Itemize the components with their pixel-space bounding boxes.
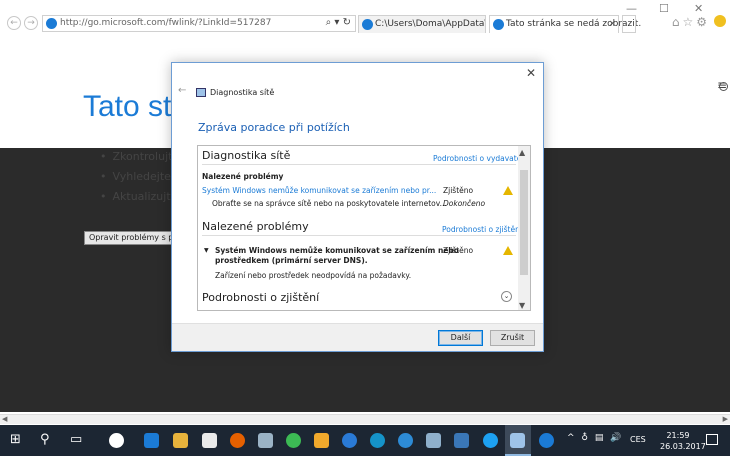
suggestion-list: Zkontrolujte, je Vyhledejte strá Aktuali… [100, 150, 175, 210]
warning-icon [503, 186, 513, 195]
scroll-left-icon[interactable]: ◀ [2, 415, 7, 423]
divider [202, 164, 516, 165]
app-icon[interactable] [109, 433, 124, 448]
issue-title-line1: Systém Windows nemůže komunikovat se zař… [215, 246, 459, 255]
app-icon[interactable] [342, 433, 357, 448]
task-view-icon[interactable]: ▭ [70, 432, 82, 447]
circle-icon [719, 82, 728, 91]
close-window-button[interactable]: ✕ [694, 2, 703, 15]
network-diagnostics-icon [510, 433, 525, 448]
address-url[interactable]: http://go.microsoft.com/fwlink/?LinkId=5… [60, 18, 271, 28]
internet-explorer-icon[interactable] [539, 433, 554, 448]
browser-chrome: — ☐ ✕ ← → http://go.microsoft.com/fwlink… [0, 0, 730, 34]
notification-icon[interactable] [706, 434, 718, 445]
system-tray-icons[interactable]: ^ ♁ ▤ 🔊 [567, 433, 623, 443]
clock-time: 21:59 [666, 431, 690, 440]
tab-error-page[interactable]: Tato stránka se nedá zobrazit. × [489, 15, 641, 33]
app-icon[interactable] [314, 433, 329, 448]
fix-connection-button[interactable]: Opravit problémy s připojením [84, 231, 174, 245]
active-taskbar-item[interactable] [505, 425, 531, 456]
cancel-button[interactable]: Zrušit [490, 330, 535, 346]
app-icon[interactable] [454, 433, 469, 448]
store-icon[interactable] [202, 433, 217, 448]
tab-local-file[interactable]: C:\Users\Doma\AppData\Local... [358, 15, 486, 33]
detection-details-link[interactable]: Podrobnosti o zjištění [442, 225, 522, 234]
horizontal-scrollbar[interactable]: ◀ ▶ [0, 414, 730, 424]
edge-icon[interactable] [144, 433, 159, 448]
skype-icon[interactable] [483, 433, 498, 448]
home-favorites-settings-icons[interactable]: ⌂☆⚙ [672, 15, 710, 29]
address-bar[interactable]: http://go.microsoft.com/fwlink/?LinkId=5… [42, 15, 356, 32]
ie-tab-icon [493, 19, 504, 30]
tab-label: Tato stránka se nedá zobrazit. [506, 19, 642, 29]
section-subtitle: Nalezené problémy [202, 172, 284, 181]
ie-page-icon [46, 18, 57, 29]
status-label: Zjištěno [443, 186, 474, 195]
maximize-button[interactable]: ☐ [659, 2, 669, 15]
scroll-right-icon[interactable]: ▶ [723, 415, 728, 423]
back-button[interactable]: ← [7, 16, 21, 30]
clock[interactable]: 21:59 26.03.2017 [660, 430, 706, 452]
start-windows-icon[interactable]: ⊞ [10, 432, 21, 447]
scroll-down-icon[interactable]: ▼ [519, 301, 525, 310]
taskbar: ⊞ ⚲ ▭ ^ ♁ ▤ 🔊 CES 21:59 26.03.2017 [0, 425, 730, 456]
issue-title-line2: prostředkem (primární server DNS). [215, 256, 368, 265]
file-explorer-icon[interactable] [173, 433, 188, 448]
minimize-button[interactable]: — [626, 2, 637, 15]
app-icon[interactable] [370, 433, 385, 448]
network-diagnostics-icon [196, 88, 206, 97]
issue-description: Zařízení nebo prostředek neodpovídá na p… [215, 271, 412, 280]
network-diagnostics-dialog: ✕ ← Diagnostika sítě Zpráva poradce při … [171, 62, 544, 352]
page-title: Tato stránka se nedá zobrazit [83, 90, 175, 123]
close-icon[interactable]: ✕ [526, 66, 536, 80]
dialog-footer: Další Zrušit [172, 323, 543, 351]
collapse-caret-icon[interactable]: ▼ [204, 247, 209, 254]
clock-date: 26.03.2017 [660, 442, 706, 451]
dialog-title: Diagnostika sítě [210, 88, 275, 97]
dialog-heading: Zpráva poradce při potížích [198, 121, 350, 134]
scroll-thumb[interactable] [520, 170, 528, 275]
section-title: Podrobnosti o zjištění [202, 291, 320, 304]
status-label: Zjištěno [443, 246, 474, 255]
back-arrow-icon[interactable]: ← [178, 85, 186, 96]
forward-button[interactable]: → [24, 16, 38, 30]
expand-chevron-icon[interactable]: ⌄ [501, 291, 512, 302]
firefox-icon[interactable] [230, 433, 245, 448]
section-title: Diagnostika sítě [202, 149, 291, 162]
search-refresh-icons[interactable]: ⌕ ▾ ↻ [326, 17, 351, 28]
next-button[interactable]: Další [438, 330, 483, 346]
app-icon[interactable] [398, 433, 413, 448]
tab-label: C:\Users\Doma\AppData\Local... [375, 19, 486, 29]
chrome-icon[interactable] [286, 433, 301, 448]
search-icon[interactable]: ⚲ [40, 432, 50, 447]
list-item: Aktualizujte str [100, 190, 175, 210]
status-label: Dokončeno [443, 199, 486, 208]
new-tab-button[interactable] [622, 15, 636, 33]
app-icon[interactable] [258, 433, 273, 448]
warning-icon [503, 246, 513, 255]
list-item: Zkontrolujte, je [100, 150, 175, 170]
resolution-row: Obraťte se na správce sítě nebo na posky… [212, 199, 447, 208]
language-indicator[interactable]: CES [630, 435, 646, 444]
divider [202, 235, 516, 236]
problem-row-link[interactable]: Systém Windows nemůže komunikovat se zař… [202, 186, 436, 195]
feedback-smiley-icon[interactable] [714, 15, 726, 27]
report-panel: Diagnostika sítě Podrobnosti o vydavatel… [197, 145, 531, 311]
scroll-up-icon[interactable]: ▲ [519, 148, 525, 157]
ie-tab-icon [362, 19, 373, 30]
list-item: Vyhledejte strá [100, 170, 175, 190]
report-scrollbar[interactable]: ▲ ▼ [518, 146, 530, 310]
publisher-details-link[interactable]: Podrobnosti o vydavateli [433, 154, 526, 163]
app-icon[interactable] [426, 433, 441, 448]
section-title: Nalezené problémy [202, 220, 309, 233]
close-tab-icon[interactable]: × [608, 16, 616, 33]
